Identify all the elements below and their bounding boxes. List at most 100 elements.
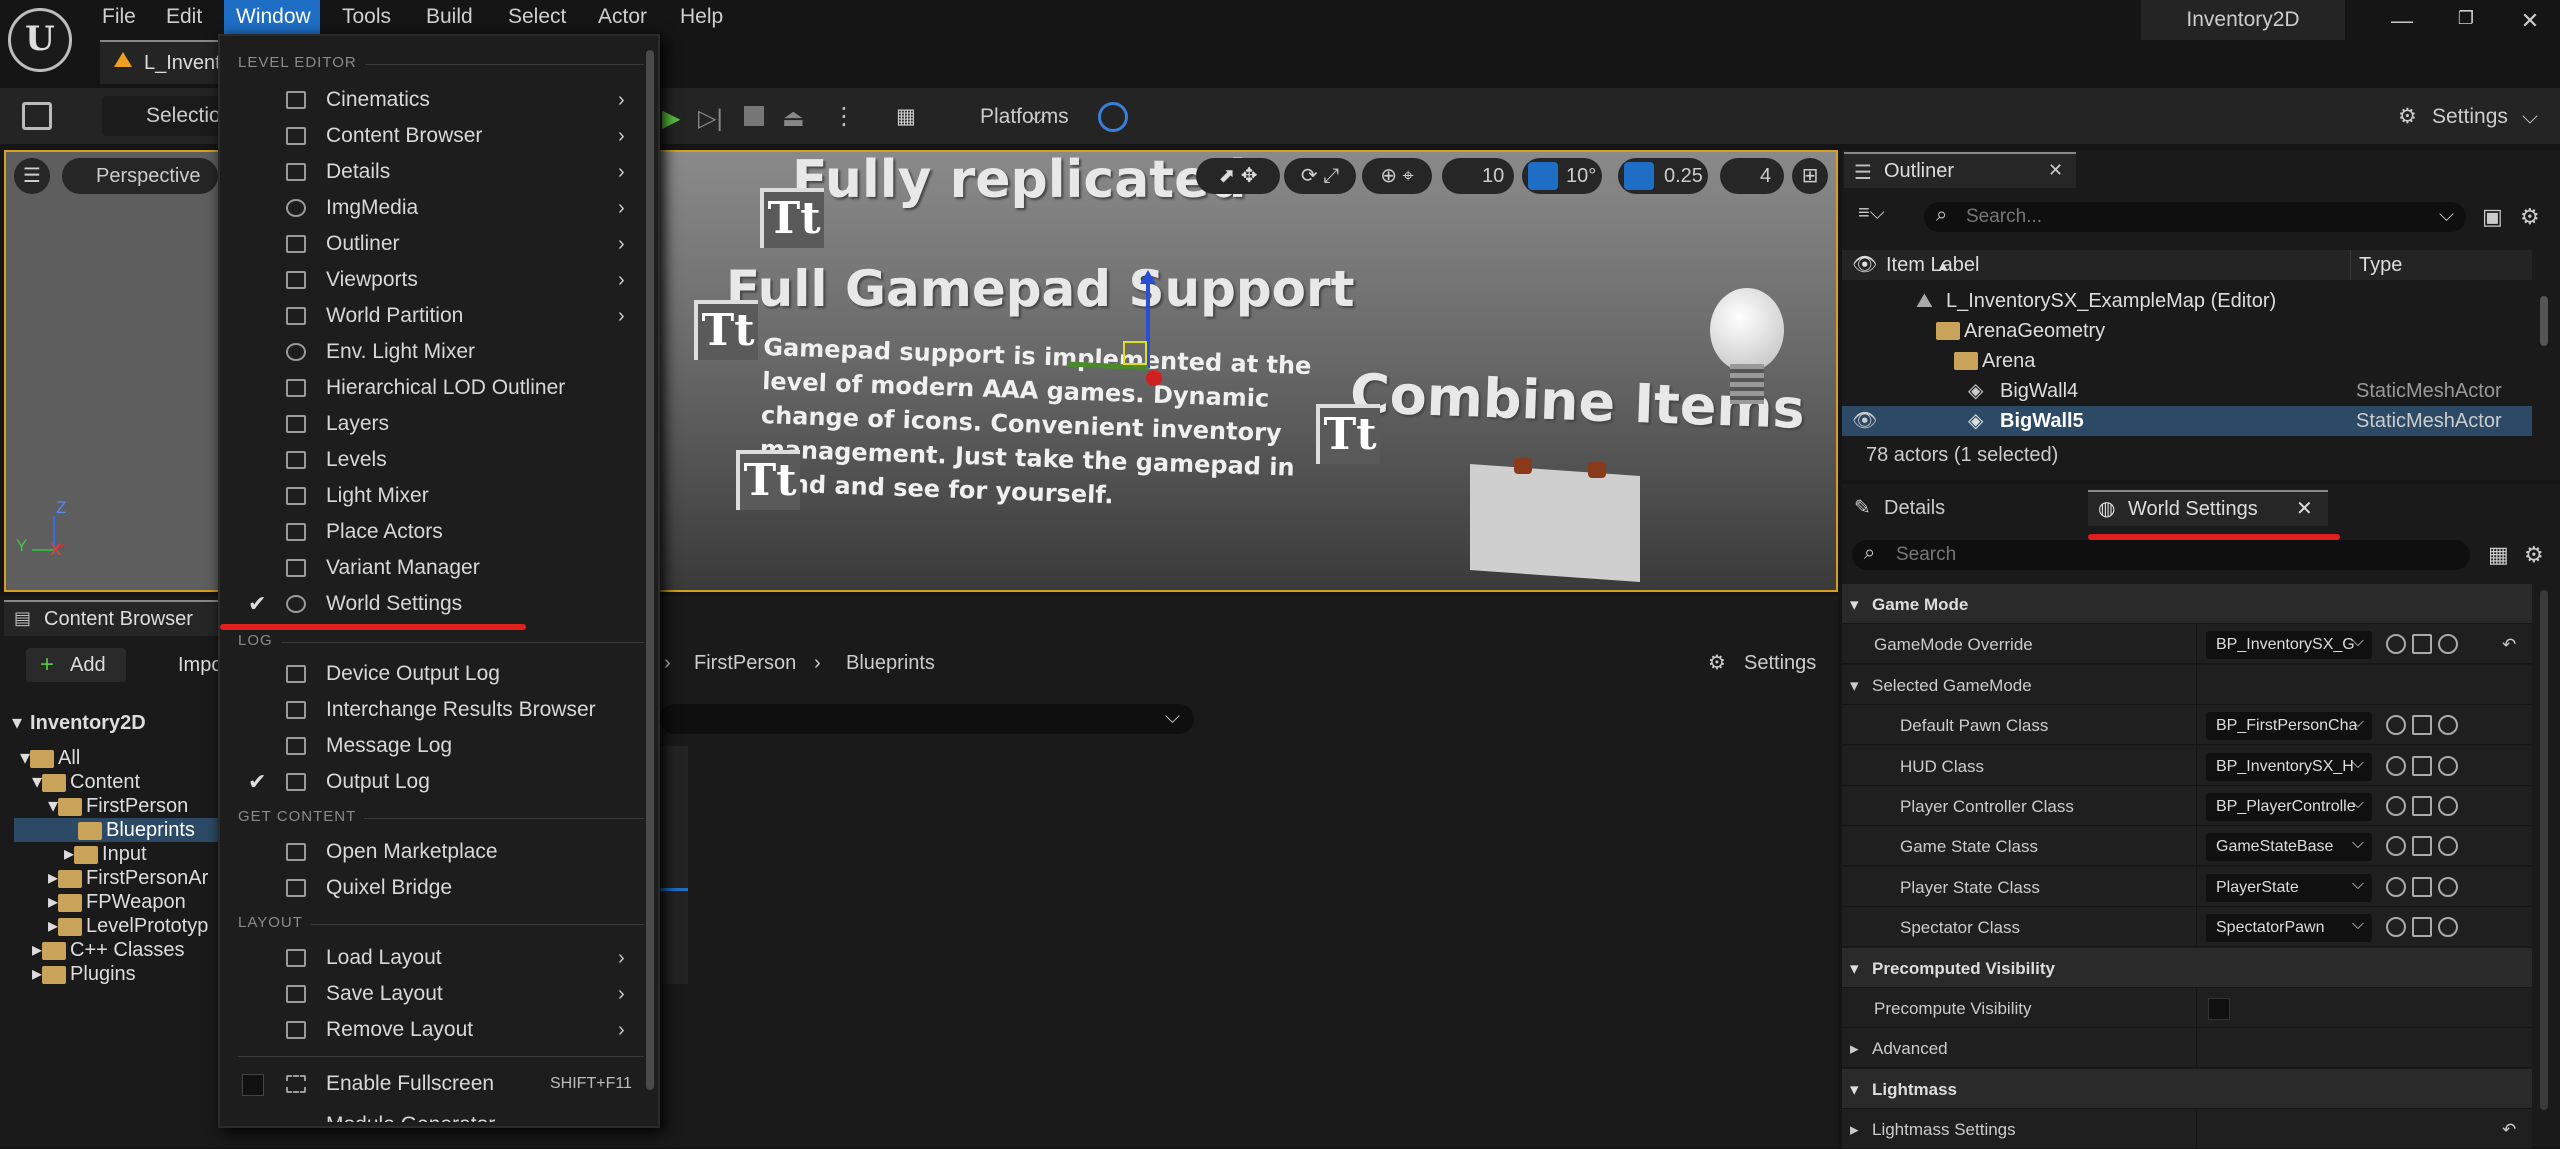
details-row[interactable]: ▾ Precomputed Visibility bbox=[1842, 947, 2532, 988]
menu-item-imgmedia[interactable]: ImgMedia › bbox=[220, 190, 640, 226]
outliner-search-input[interactable]: ⌕ Search... ⌵ bbox=[1924, 202, 2466, 232]
menu-tools[interactable]: Tools bbox=[330, 0, 403, 34]
menu-build[interactable]: Build bbox=[414, 0, 485, 34]
menu-item-interchange-results[interactable]: Interchange Results Browser bbox=[220, 692, 640, 728]
menu-item-env-light-mixer[interactable]: Env. Light Mixer bbox=[220, 334, 640, 370]
coordinate-tools[interactable]: ⊕ ⌖ bbox=[1362, 158, 1432, 194]
reset-icon[interactable]: ↶ bbox=[2502, 635, 2516, 655]
details-scrollbar[interactable] bbox=[2540, 590, 2548, 1110]
transform-tools[interactable]: ⬈ ✥ bbox=[1196, 158, 1280, 194]
chevron-right-icon[interactable]: ▸ bbox=[1850, 1120, 1859, 1140]
menu-file[interactable]: File bbox=[90, 0, 148, 34]
use-selected-icon[interactable] bbox=[2386, 634, 2406, 655]
menu-item-outliner[interactable]: Outliner › bbox=[220, 226, 640, 262]
outliner-row[interactable]: ⛰ L_InventorySX_ExampleMap (Editor) bbox=[1842, 286, 2532, 316]
class-picker-dropdown[interactable]: PlayerState bbox=[2206, 873, 2372, 902]
details-row[interactable]: GameMode Override BP_InventorySX_G ↶ bbox=[1842, 624, 2532, 665]
tree-item-firstperson[interactable]: ▾ FirstPerson bbox=[14, 794, 220, 818]
chevron-down-icon[interactable]: ▾ bbox=[1850, 1080, 1859, 1100]
tree-item-levelprototyping[interactable]: ▸ LevelPrototyp bbox=[14, 914, 220, 938]
details-row[interactable]: ▾ Selected GameMode bbox=[1842, 664, 2532, 705]
details-row[interactable]: Default Pawn Class BP_FirstPersonCha bbox=[1842, 705, 2532, 746]
menu-item-device-output-log[interactable]: Device Output Log bbox=[220, 656, 640, 692]
browse-icon[interactable] bbox=[2412, 715, 2432, 736]
reset-icon[interactable]: ↶ bbox=[2502, 1120, 2516, 1140]
menu-item-viewports[interactable]: Viewports › bbox=[220, 262, 640, 298]
browse-icon[interactable] bbox=[2412, 836, 2432, 857]
outliner-row[interactable]: ArenaGeometry bbox=[1842, 316, 2532, 346]
more-options-icon[interactable]: ⋮ bbox=[832, 102, 856, 131]
details-row[interactable]: HUD Class BP_InventorySX_H bbox=[1842, 745, 2532, 786]
menu-item-quixel-bridge[interactable]: Quixel Bridge bbox=[220, 870, 640, 906]
import-button[interactable]: Impo bbox=[148, 648, 222, 682]
tree-item-all[interactable]: ▾ All bbox=[14, 746, 220, 770]
details-row[interactable]: ▸ Advanced bbox=[1842, 1028, 2532, 1069]
cb-filter-bar[interactable]: ⌵ bbox=[660, 704, 1194, 734]
tree-item-cpp-classes[interactable]: ▸ C++ Classes bbox=[14, 938, 220, 962]
chevron-down-icon[interactable]: ▾ bbox=[1850, 959, 1859, 979]
menu-item-enable-fullscreen[interactable]: Enable Fullscreen SHIFT+F11 bbox=[220, 1066, 640, 1102]
close-icon[interactable]: ✕ bbox=[2048, 160, 2063, 181]
menu-item-light-mixer[interactable]: Light Mixer bbox=[220, 478, 640, 514]
menu-scrollbar[interactable] bbox=[646, 50, 654, 1090]
perspective-button[interactable]: Perspective bbox=[62, 158, 218, 194]
grid-snap[interactable]: 10 bbox=[1442, 158, 1514, 194]
details-row[interactable]: Player Controller Class BP_PlayerControll… bbox=[1842, 786, 2532, 826]
menu-item-message-log[interactable]: Message Log bbox=[220, 728, 640, 764]
col-type[interactable]: Type bbox=[2350, 250, 2402, 280]
world-settings-tab[interactable]: ◍ World Settings ✕ bbox=[2088, 490, 2328, 526]
class-picker-dropdown[interactable]: GameStateBase bbox=[2206, 833, 2372, 862]
browse-icon[interactable] bbox=[2412, 755, 2432, 776]
menu-item-place-actors[interactable]: Place Actors bbox=[220, 514, 640, 550]
eye-icon[interactable]: 👁 bbox=[1852, 250, 1877, 280]
gear-icon[interactable]: ⚙ bbox=[2520, 204, 2540, 230]
menu-item-save-layout[interactable]: Save Layout › bbox=[220, 976, 640, 1012]
source-control-icon[interactable] bbox=[1098, 102, 1128, 132]
viewport-menu-icon[interactable]: ☰ bbox=[14, 158, 50, 194]
outliner-row-selected[interactable]: 👁 ◈ BigWall5 StaticMeshActor bbox=[1842, 406, 2532, 436]
browse-icon[interactable] bbox=[2412, 917, 2432, 938]
col-item-label[interactable]: Item Label bbox=[1886, 250, 1979, 280]
save-icon[interactable] bbox=[22, 102, 52, 130]
breadcrumb-firstperson[interactable]: FirstPerson bbox=[694, 648, 796, 678]
outliner-tab[interactable]: ☰ Outliner ✕ bbox=[1844, 152, 2076, 188]
layout-icon[interactable]: ⊞ bbox=[1792, 158, 1828, 194]
breadcrumb-blueprints[interactable]: Blueprints bbox=[846, 648, 935, 678]
menu-item-remove-layout[interactable]: Remove Layout › bbox=[220, 1012, 640, 1048]
details-tab[interactable]: ✎ Details bbox=[1850, 490, 2050, 526]
menu-item-module-generator-cut[interactable]: Module Generator bbox=[326, 1108, 626, 1122]
menu-item-open-marketplace[interactable]: Open Marketplace bbox=[220, 834, 640, 870]
menu-item-world-settings[interactable]: ✔ World Settings bbox=[220, 586, 640, 622]
menu-item-cinematics[interactable]: Cinematics › bbox=[220, 82, 640, 118]
stop-icon[interactable] bbox=[744, 106, 764, 126]
use-selected-icon[interactable] bbox=[2386, 796, 2406, 816]
class-picker-dropdown[interactable]: SpectatorPawn bbox=[2206, 914, 2372, 943]
use-selected-icon[interactable] bbox=[2386, 876, 2406, 897]
menu-item-content-browser[interactable]: Content Browser › bbox=[220, 118, 640, 154]
angle-snap-icon[interactable] bbox=[1528, 162, 1558, 190]
add-folder-icon[interactable]: ▣ bbox=[2482, 204, 2503, 230]
chevron-down-icon[interactable]: ▾ bbox=[1850, 595, 1859, 615]
menu-edit[interactable]: Edit bbox=[154, 0, 214, 34]
browse-icon[interactable] bbox=[2412, 634, 2432, 655]
outliner-row[interactable]: ◈ BigWall4 StaticMeshActor bbox=[1842, 376, 2532, 406]
minimize-icon[interactable]: — bbox=[2382, 8, 2422, 38]
use-selected-icon[interactable] bbox=[2386, 836, 2406, 857]
menu-item-hlod-outliner[interactable]: Hierarchical LOD Outliner bbox=[220, 370, 640, 406]
rotate-scale-tools[interactable]: ⟳ ⤢ bbox=[1284, 158, 1356, 194]
use-selected-icon[interactable] bbox=[2386, 917, 2406, 938]
tree-item-fpweapon[interactable]: ▸ FPWeapon bbox=[14, 890, 220, 914]
viewport-scene[interactable]: Fully replicated Full Gamepad Support Ga… bbox=[660, 150, 1836, 590]
outliner-scrollbar[interactable] bbox=[2540, 296, 2548, 346]
details-search-input[interactable]: ⌕ Search bbox=[1852, 540, 2470, 570]
restore-icon[interactable]: ❐ bbox=[2446, 8, 2486, 38]
chevron-right-icon[interactable]: ▸ bbox=[1850, 1039, 1859, 1059]
details-row[interactable]: Game State Class GameStateBase bbox=[1842, 826, 2532, 867]
menu-window[interactable]: Window bbox=[224, 0, 320, 34]
add-icon[interactable] bbox=[2438, 634, 2458, 655]
use-selected-icon[interactable] bbox=[2386, 715, 2406, 736]
menu-item-details[interactable]: Details › bbox=[220, 154, 640, 190]
details-row[interactable]: ▸ Lightmass Settings ↶ bbox=[1842, 1109, 2532, 1149]
table-view-icon[interactable]: ▦ bbox=[2488, 542, 2509, 568]
menu-item-layers[interactable]: Layers bbox=[220, 406, 640, 442]
